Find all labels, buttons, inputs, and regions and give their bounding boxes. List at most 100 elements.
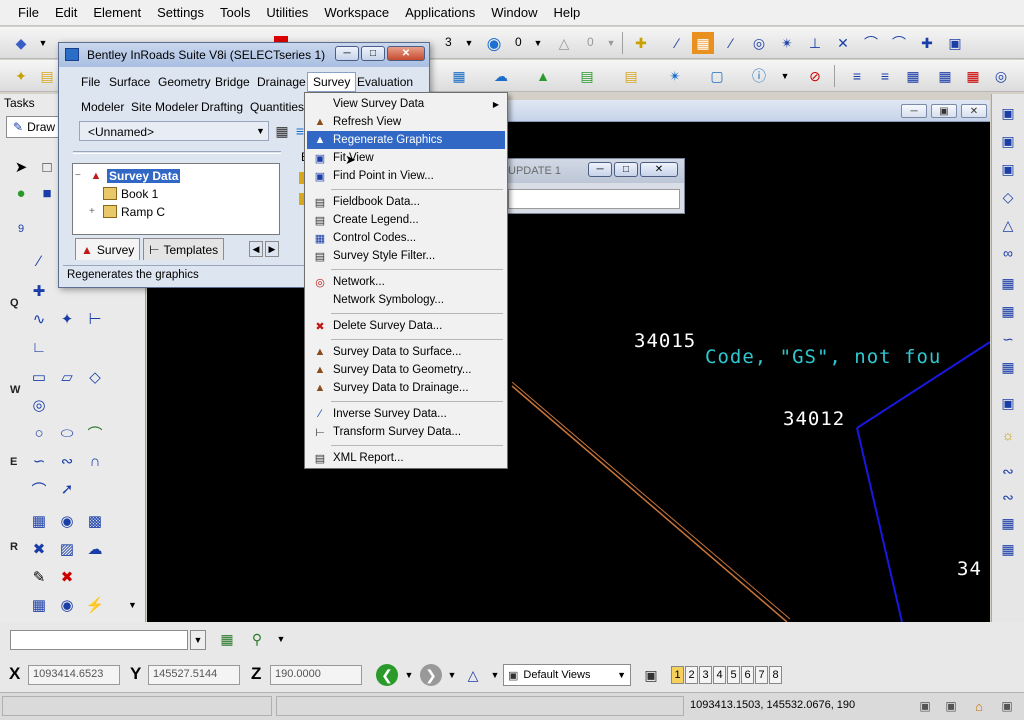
- curve-view-icon[interactable]: ∾: [997, 460, 1019, 482]
- x-coordinate-field[interactable]: 1093414.6523: [28, 665, 120, 685]
- scroll-down-icon[interactable]: ▼: [128, 600, 137, 610]
- rotate-view-icon[interactable]: ∞: [997, 242, 1019, 264]
- maximize-icon[interactable]: □: [614, 162, 638, 177]
- project-dropdown[interactable]: <Unnamed> ▼: [79, 121, 269, 141]
- info-icon[interactable]: ⓘ: [748, 65, 770, 87]
- menu-item-regenerate-graphics[interactable]: ▲ Regenerate Graphics: [307, 131, 505, 149]
- menu-item-find-point-in-view[interactable]: ▣ Find Point in View...: [307, 167, 505, 185]
- close-icon[interactable]: ✕: [387, 46, 425, 61]
- tab-templates[interactable]: ⊢ Templates: [143, 238, 225, 260]
- lighting-icon[interactable]: ☼: [997, 424, 1019, 446]
- menu-item-xml-report[interactable]: ▤ XML Report...: [307, 449, 505, 467]
- dropdown-arrow-icon[interactable]: ▼: [398, 664, 420, 686]
- curve-tool-icon[interactable]: ∿: [28, 308, 50, 330]
- menu-item-delete-survey-data[interactable]: ✖ Delete Survey Data...: [307, 317, 505, 335]
- close-icon[interactable]: ✕: [961, 104, 987, 118]
- view-tools-icon[interactable]: △: [462, 664, 484, 686]
- globe-icon[interactable]: ◉: [483, 32, 505, 54]
- inroads-menu-quantities[interactable]: Quantities: [250, 100, 304, 114]
- rectangle-tool-icon[interactable]: ▭: [28, 366, 50, 388]
- inroads-menu-modeler[interactable]: Modeler: [81, 100, 124, 114]
- menu-settings[interactable]: Settings: [149, 0, 212, 26]
- tab-scroll-left-icon[interactable]: ◀: [249, 241, 263, 257]
- menu-tools[interactable]: Tools: [212, 0, 258, 26]
- grid-off-icon[interactable]: ▦: [962, 65, 984, 87]
- element-selection-icon[interactable]: ■: [36, 182, 58, 204]
- inroads-menu-geometry[interactable]: Geometry: [158, 75, 211, 89]
- zoom-in-icon[interactable]: ▣: [997, 130, 1019, 152]
- forward-arrow-icon[interactable]: ❯: [420, 664, 442, 686]
- view-group-dropdown[interactable]: ▣ Default Views ▼: [503, 664, 631, 686]
- menu-item-create-legend[interactable]: ▤ Create Legend...: [307, 211, 505, 229]
- view-button-5[interactable]: 5: [727, 666, 740, 684]
- menu-help[interactable]: Help: [545, 0, 588, 26]
- dropdown-arrow-icon[interactable]: ▼: [600, 32, 622, 54]
- maximize-icon[interactable]: □: [361, 46, 385, 61]
- menu-item-refresh-view[interactable]: ▲ Refresh View: [307, 113, 505, 131]
- minimize-icon[interactable]: ─: [335, 46, 359, 61]
- raster-icon[interactable]: ☁: [490, 65, 512, 87]
- models-icon[interactable]: ▲: [532, 65, 554, 87]
- clip-mask-icon[interactable]: ▦: [997, 538, 1019, 560]
- place-circle-icon[interactable]: ◎: [28, 394, 50, 416]
- line-tool-icon[interactable]: ∕: [28, 250, 50, 272]
- annotation-tool-icon[interactable]: ◉: [56, 594, 78, 616]
- new-file-icon[interactable]: ✦: [10, 65, 32, 87]
- keyin-dropdown[interactable]: ▼: [190, 630, 206, 650]
- view-previous-icon[interactable]: ▦: [997, 300, 1019, 322]
- back-arrow-icon[interactable]: ❮: [376, 664, 398, 686]
- element-selection-icon[interactable]: ●: [10, 182, 32, 204]
- tangent-icon[interactable]: ✚: [916, 32, 938, 54]
- grid-snap-icon[interactable]: ▦: [692, 32, 714, 54]
- inroads-menu-drafting[interactable]: Drafting: [201, 100, 243, 114]
- inroads-menu-surface[interactable]: Surface: [109, 75, 150, 89]
- expand-icon[interactable]: +: [89, 206, 99, 217]
- element-info-icon[interactable]: ✴: [664, 65, 686, 87]
- menu-item-survey-data-to-drainage[interactable]: ▲ Survey Data to Drainage...: [307, 379, 505, 397]
- accudraw-icon[interactable]: ▦: [902, 65, 924, 87]
- menu-item-view-survey-data[interactable]: View Survey Data ▶: [307, 95, 505, 113]
- accudraw-icon[interactable]: ≡: [874, 65, 896, 87]
- dimension-tool-icon[interactable]: ⊢: [84, 308, 106, 330]
- delete-pattern-icon[interactable]: ✖: [28, 538, 50, 560]
- zoom-out-icon[interactable]: ▣: [997, 158, 1019, 180]
- view-button-3[interactable]: 3: [699, 666, 712, 684]
- fence-select-icon[interactable]: □: [36, 156, 58, 178]
- maximize-icon[interactable]: ▣: [931, 104, 957, 118]
- color-value[interactable]: 3: [445, 35, 452, 49]
- select-element-icon[interactable]: ➤: [10, 156, 32, 178]
- dropdown-arrow-icon[interactable]: ▼: [32, 32, 54, 54]
- leader-tool-icon[interactable]: ⚡: [84, 594, 106, 616]
- perpendicular-icon[interactable]: ⊥: [804, 32, 826, 54]
- inroads-menu-site-modeler[interactable]: Site Modeler: [131, 100, 198, 114]
- copy-view-icon[interactable]: ▦: [997, 356, 1019, 378]
- measure-icon[interactable]: ▢: [706, 65, 728, 87]
- clip-volume-icon[interactable]: ▦: [997, 512, 1019, 534]
- minimize-icon[interactable]: ─: [901, 104, 927, 118]
- keyin-field[interactable]: [10, 630, 188, 650]
- stop-icon[interactable]: ⊘: [804, 65, 826, 87]
- close-icon[interactable]: ✕: [640, 162, 678, 177]
- area-tool-icon[interactable]: ▨: [56, 538, 78, 560]
- shape-tool-icon[interactable]: ▱: [56, 366, 78, 388]
- curve-tool-icon[interactable]: ∾: [56, 450, 78, 472]
- element-selection-icon[interactable]: ◆: [10, 32, 32, 54]
- home-icon[interactable]: ⌂: [968, 695, 990, 717]
- line-tool-icon[interactable]: ∕: [720, 32, 742, 54]
- circle-tool-icon[interactable]: ○: [28, 422, 50, 444]
- hatch-tool-icon[interactable]: ▦: [28, 510, 50, 532]
- menu-item-survey-style-filter[interactable]: ▤ Survey Style Filter...: [307, 247, 505, 265]
- tasks-dropdown[interactable]: ✎ Draw: [6, 116, 66, 138]
- dropdown-arrow-icon[interactable]: ▼: [270, 628, 292, 650]
- menu-applications[interactable]: Applications: [397, 0, 483, 26]
- menu-item-network[interactable]: ◎ Network...: [307, 273, 505, 291]
- crosshatch-tool-icon[interactable]: ▩: [84, 510, 106, 532]
- settings-icon[interactable]: ▣: [996, 695, 1018, 717]
- menu-item-survey-data-to-geometry[interactable]: ▲ Survey Data to Geometry...: [307, 361, 505, 379]
- diamond-tool-icon[interactable]: ◇: [84, 366, 106, 388]
- update-view-icon[interactable]: ▣: [997, 102, 1019, 124]
- dropdown-arrow-icon[interactable]: ▼: [458, 32, 480, 54]
- delete-element-icon[interactable]: ✖: [56, 566, 78, 588]
- z-coordinate-field[interactable]: 190.0000: [270, 665, 362, 685]
- open-folder-icon[interactable]: ▤: [36, 65, 58, 87]
